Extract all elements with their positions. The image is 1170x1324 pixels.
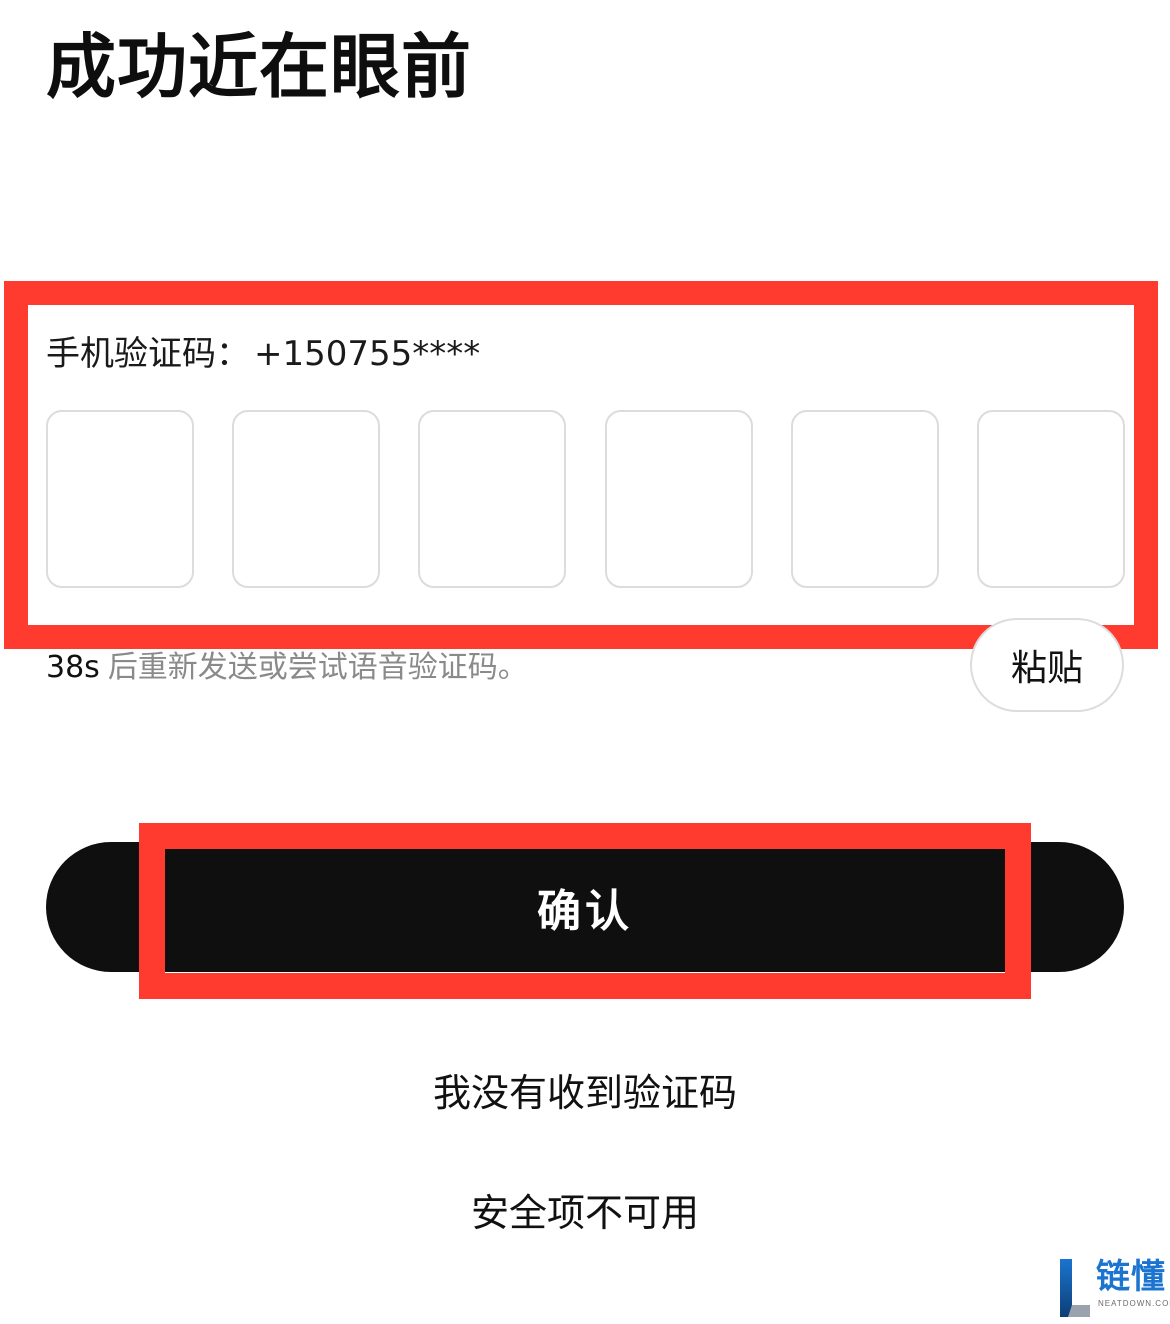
phone-number: +150755**** (254, 334, 481, 374)
page-title: 成功近在眼前 (46, 26, 472, 108)
watermark-logo: 链懂 NEATDOWN.COM (1054, 1253, 1170, 1324)
watermark-cn-text: 链懂 (1096, 1257, 1166, 1297)
code-digit-6[interactable] (977, 410, 1125, 588)
confirm-label: 确认 (537, 886, 633, 937)
code-digit-4[interactable] (605, 410, 753, 588)
countdown-timer: 38s (46, 650, 100, 685)
no-code-link[interactable]: 我没有收到验证码 (0, 1066, 1170, 1120)
code-input-group (46, 410, 1125, 588)
code-digit-5[interactable] (791, 410, 939, 588)
paste-button[interactable]: 粘贴 (970, 618, 1124, 712)
verification-label-text: 手机验证码： (46, 334, 250, 374)
resend-hint: 38s 后重新发送或尝试语音验证码。 (46, 646, 528, 690)
code-digit-3[interactable] (418, 410, 566, 588)
security-unavailable-link[interactable]: 安全项不可用 (0, 1186, 1170, 1240)
code-digit-1[interactable] (46, 410, 194, 588)
code-digit-2[interactable] (232, 410, 380, 588)
resend-text: 后重新发送或尝试语音验证码。 (107, 650, 528, 685)
confirm-button[interactable]: 确认 (46, 842, 1124, 972)
watermark-en-text: NEATDOWN.COM (1098, 1299, 1170, 1308)
verification-label: 手机验证码： +150755**** (46, 330, 480, 378)
logo-l-icon (1060, 1259, 1090, 1317)
